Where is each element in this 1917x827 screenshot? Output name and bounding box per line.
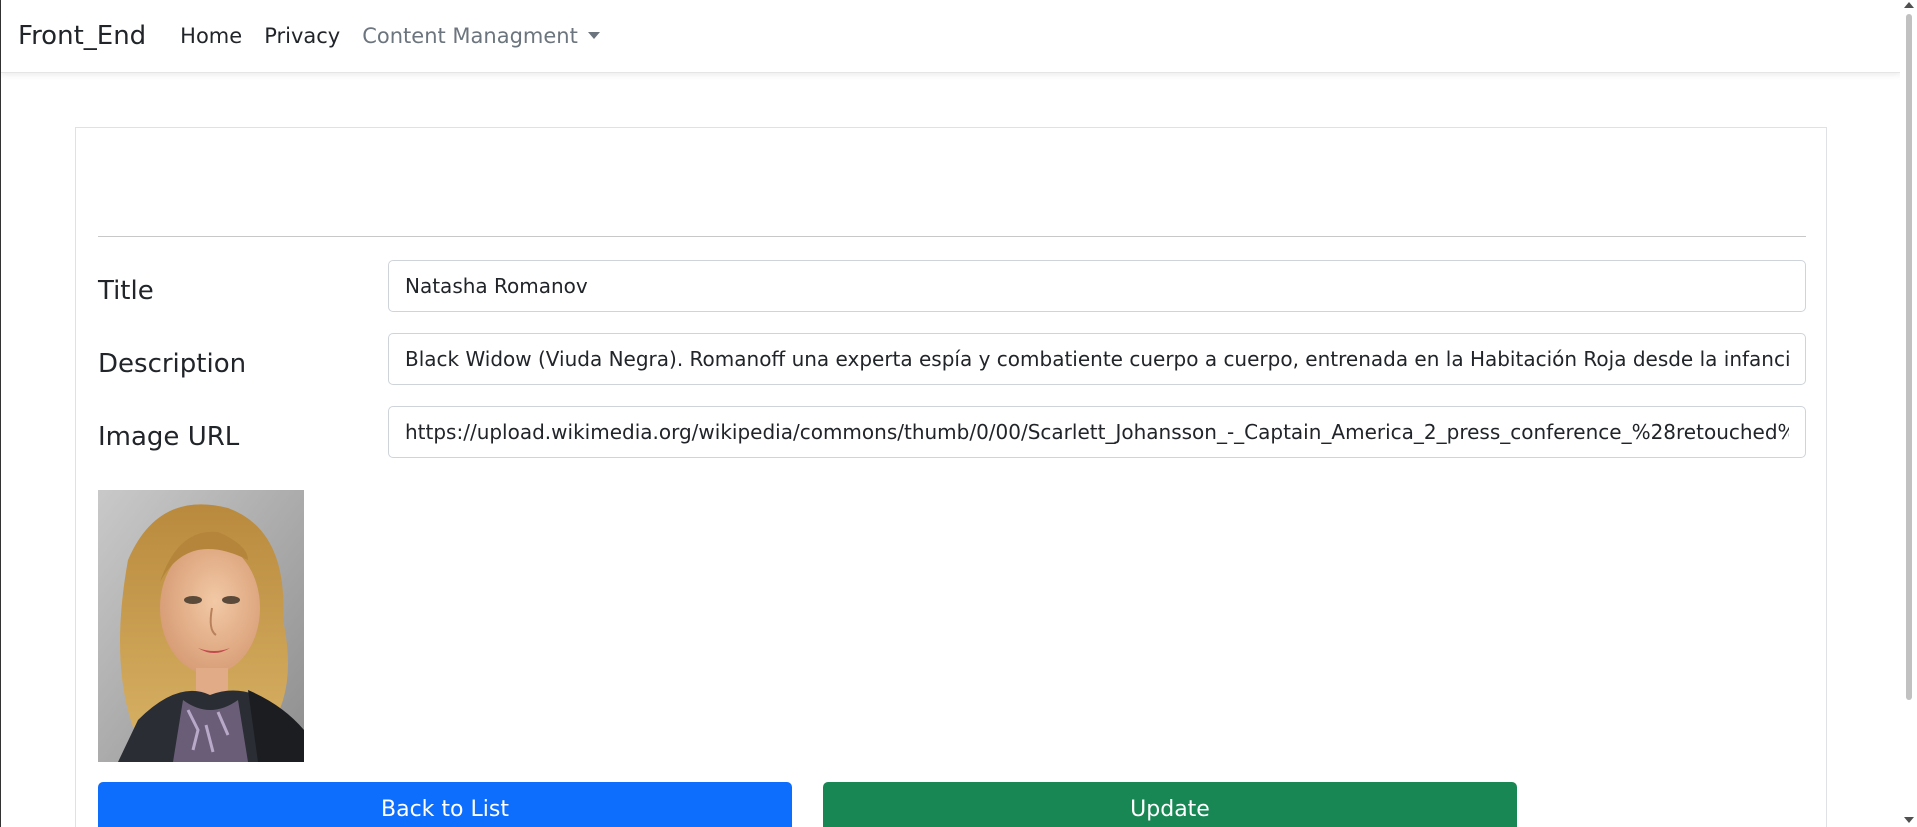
portrait-image xyxy=(98,490,304,762)
title-label: Title xyxy=(98,276,154,306)
description-label: Description xyxy=(98,349,247,379)
nav-dropdown-content-management[interactable]: Content Managment xyxy=(362,24,600,48)
caret-down-icon xyxy=(587,31,600,39)
description-row: Description xyxy=(98,333,1806,385)
image-url-label: Image URL xyxy=(98,422,240,452)
image-url-input[interactable] xyxy=(388,406,1806,458)
brand-link[interactable]: Front_End xyxy=(18,21,146,51)
image-url-row: Image URL xyxy=(98,406,1806,458)
nav-links: Home Privacy Content Managment xyxy=(180,24,600,48)
scroll-thumb[interactable] xyxy=(1906,14,1912,700)
title-row: Title xyxy=(98,260,1806,312)
vertical-scrollbar[interactable] xyxy=(1900,0,1917,827)
card-divider xyxy=(98,236,1806,237)
title-input[interactable] xyxy=(388,260,1806,312)
back-to-list-button[interactable]: Back to List xyxy=(98,782,792,827)
top-navbar: Front_End Home Privacy Content Managment xyxy=(1,0,1901,73)
nav-dropdown-label: Content Managment xyxy=(362,24,578,48)
scroll-up-icon[interactable] xyxy=(1904,2,1914,8)
page: Front_End Home Privacy Content Managment… xyxy=(0,0,1917,827)
edit-card: Title Description Image URL xyxy=(75,127,1827,827)
nav-link-home[interactable]: Home xyxy=(180,24,242,48)
description-input[interactable] xyxy=(388,333,1806,385)
scroll-down-icon[interactable] xyxy=(1904,817,1914,823)
nav-link-privacy[interactable]: Privacy xyxy=(264,24,340,48)
update-button[interactable]: Update xyxy=(823,782,1517,827)
